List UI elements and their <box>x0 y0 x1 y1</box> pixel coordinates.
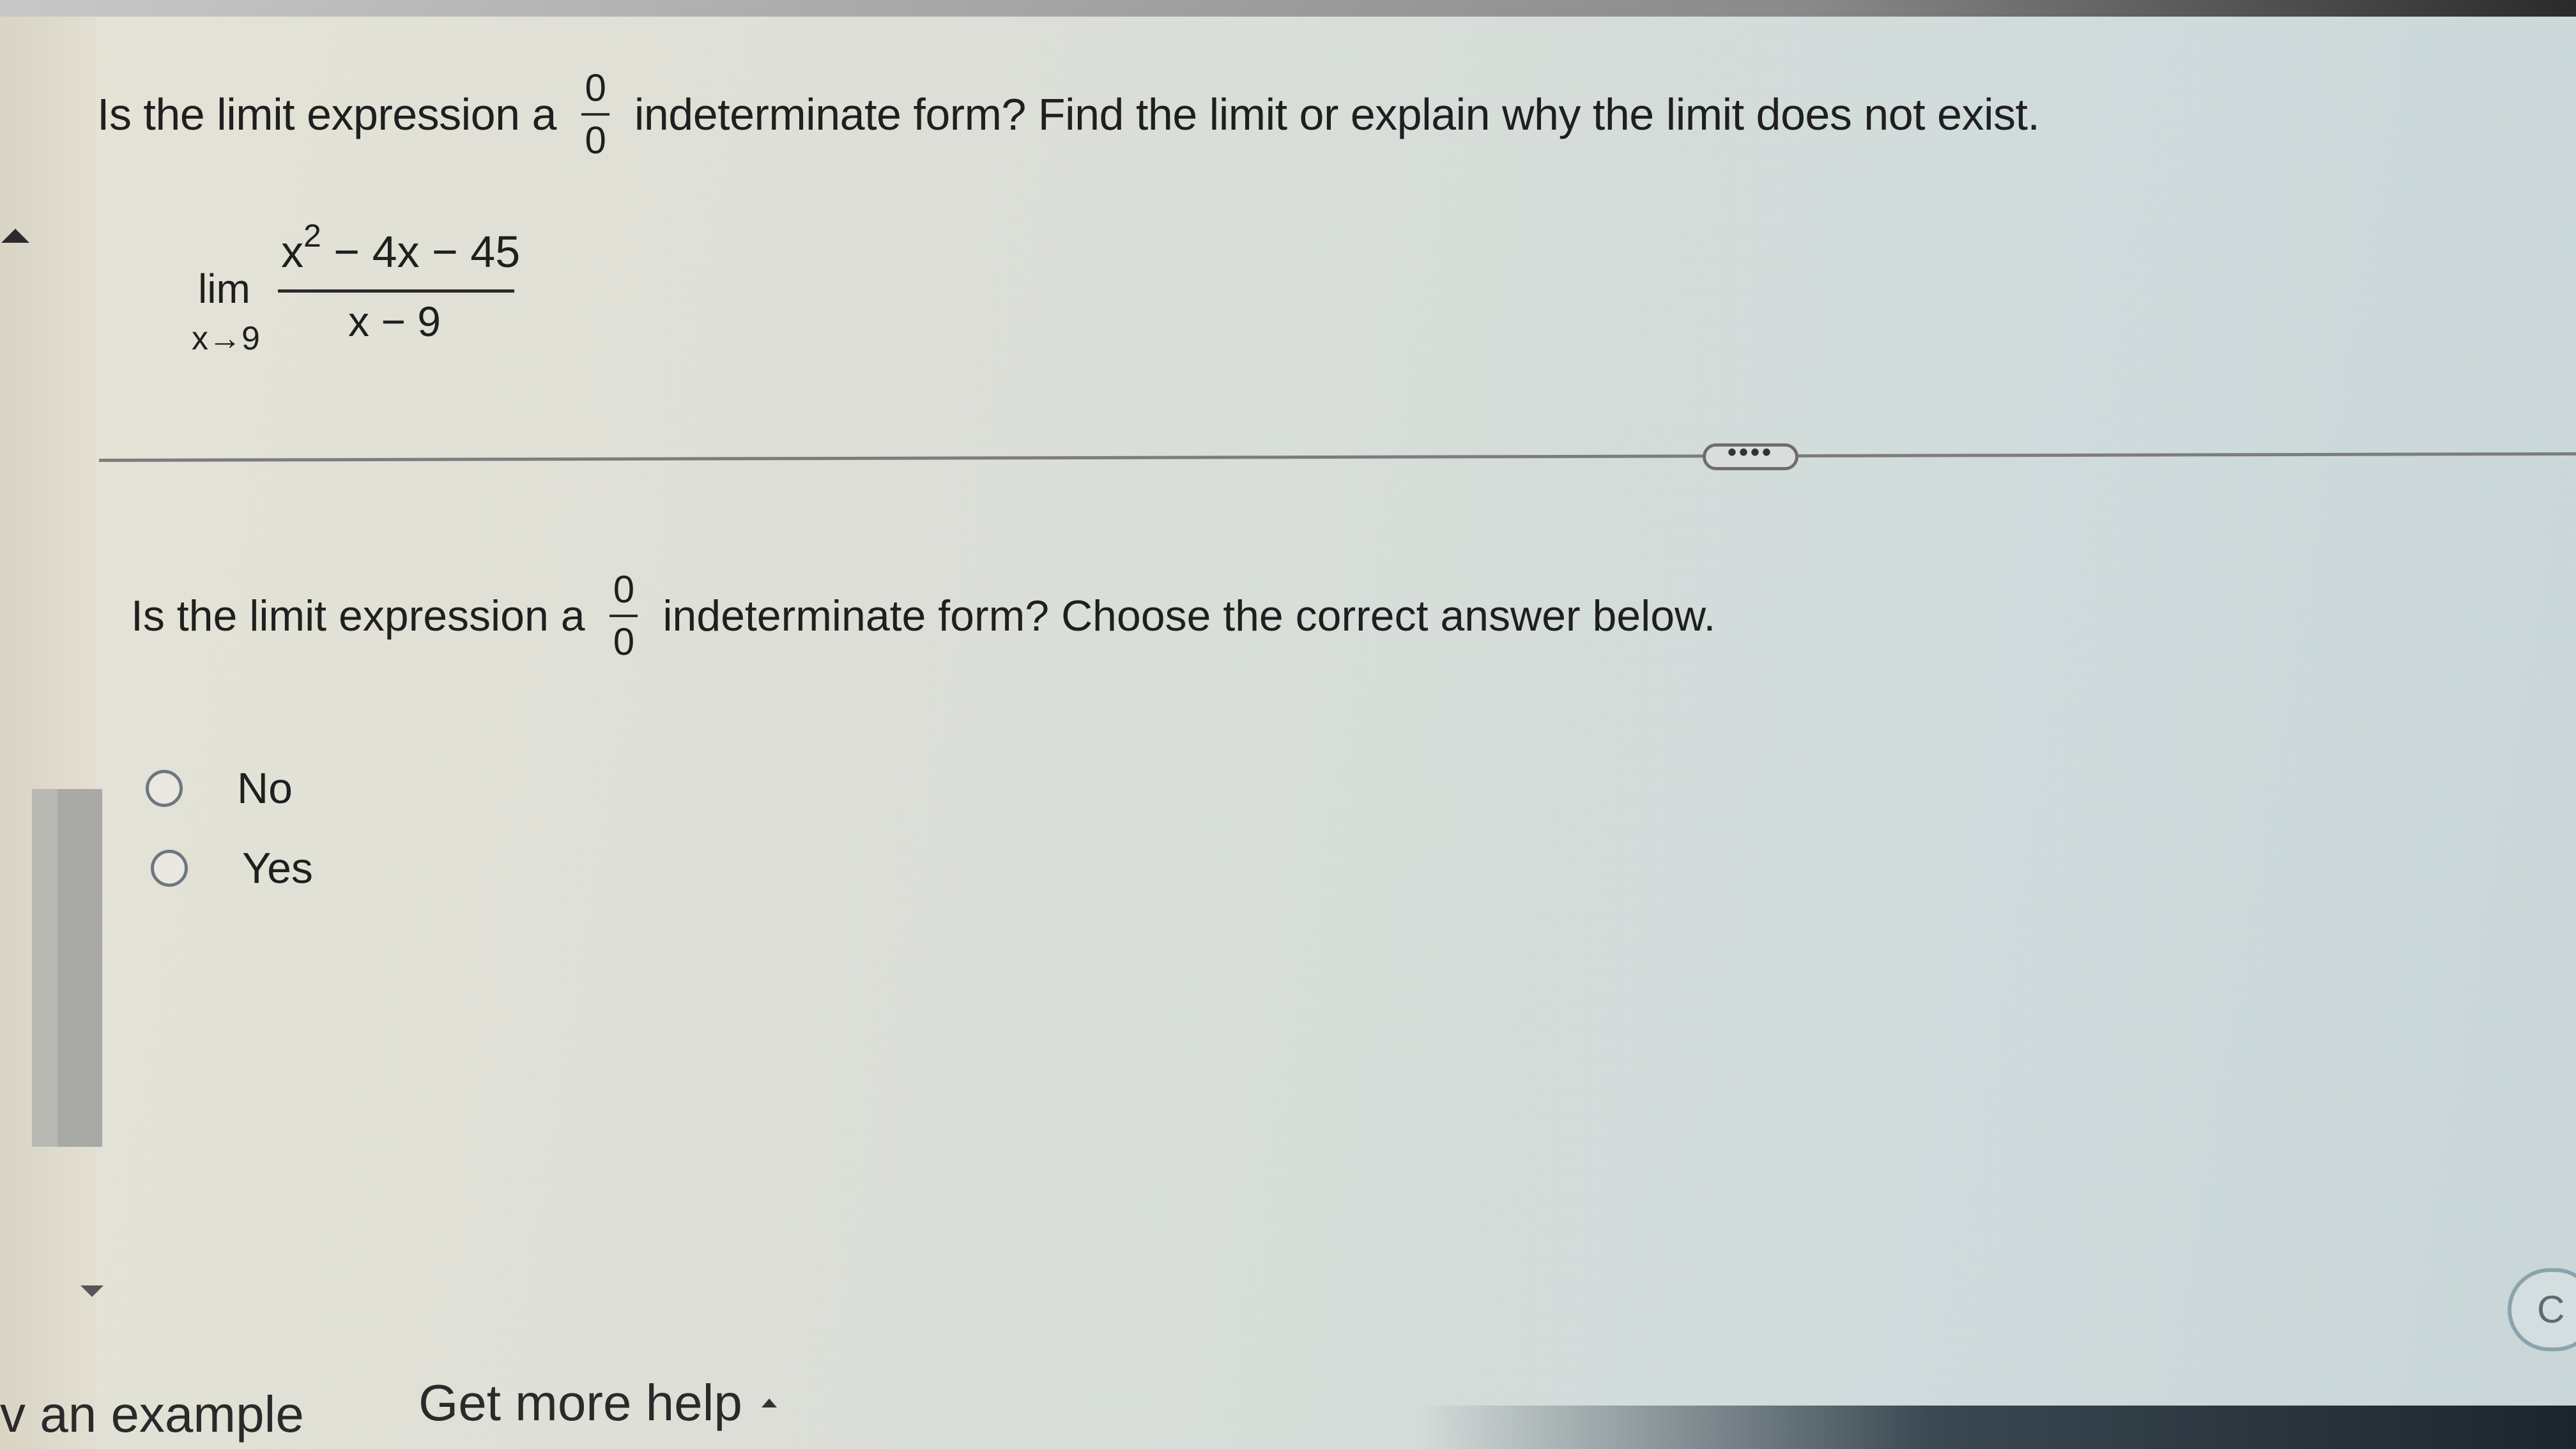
question-prompt-before: Is the limit expression a <box>97 89 556 139</box>
numerator-exponent: 2 <box>303 218 321 254</box>
bottom-bar <box>0 1406 2576 1449</box>
lim-word: lim <box>198 266 250 312</box>
part-fraction-numerator: 0 <box>613 568 635 611</box>
fraction-bar <box>581 113 610 116</box>
get-more-help-label[interactable]: Get more help <box>418 1374 742 1432</box>
expand-more-button[interactable]: •••• <box>1703 440 1798 470</box>
option-yes[interactable]: Yes <box>151 843 313 893</box>
radio-no[interactable] <box>146 770 183 807</box>
get-more-help-button[interactable]: Get more help <box>418 1374 777 1432</box>
limit-fraction-bar <box>278 289 514 293</box>
numerator-base: x <box>281 227 303 277</box>
section-divider <box>98 452 2576 462</box>
question-fraction: 0 0 <box>581 67 610 162</box>
question-text: Is the limit expression a 0 0 indetermin… <box>97 67 2040 162</box>
part-fraction: 0 0 <box>610 569 638 663</box>
scrollbar-thumb[interactable] <box>57 789 102 1147</box>
view-example-link[interactable]: v an example <box>0 1385 304 1444</box>
radio-yes[interactable] <box>151 850 188 887</box>
part-prompt-before: Is the limit expression a <box>131 592 585 640</box>
option-yes-label[interactable]: Yes <box>242 843 313 893</box>
part-prompt-after: indeterminate form? Choose the correct a… <box>663 592 1716 640</box>
option-no[interactable]: No <box>146 763 293 813</box>
question-fraction-numerator: 0 <box>585 66 606 109</box>
scroll-down-arrow-icon[interactable] <box>80 1285 103 1297</box>
option-no-label[interactable]: No <box>237 763 293 813</box>
limit-numerator: x2 − 4x − 45 <box>281 217 520 277</box>
check-answer-button[interactable]: C <box>2508 1268 2576 1351</box>
scroll-up-arrow-icon[interactable] <box>1 229 29 243</box>
limit-denominator: x − 9 <box>348 298 441 345</box>
caret-up-icon <box>761 1399 777 1407</box>
fraction-bar <box>610 615 638 617</box>
part-question-text: Is the limit expression a 0 0 indetermin… <box>131 569 1715 663</box>
part-fraction-denominator: 0 <box>613 620 635 663</box>
question-fraction-denominator: 0 <box>585 119 606 162</box>
limit-expression: lim x→9 x2 − 4x − 45 x − 9 <box>192 204 524 371</box>
numerator-rest: − 4x − 45 <box>321 227 521 277</box>
top-bar <box>0 0 2576 17</box>
question-prompt-after: indeterminate form? Find the limit or ex… <box>634 89 2040 139</box>
lim-approach: x→9 <box>192 320 260 357</box>
